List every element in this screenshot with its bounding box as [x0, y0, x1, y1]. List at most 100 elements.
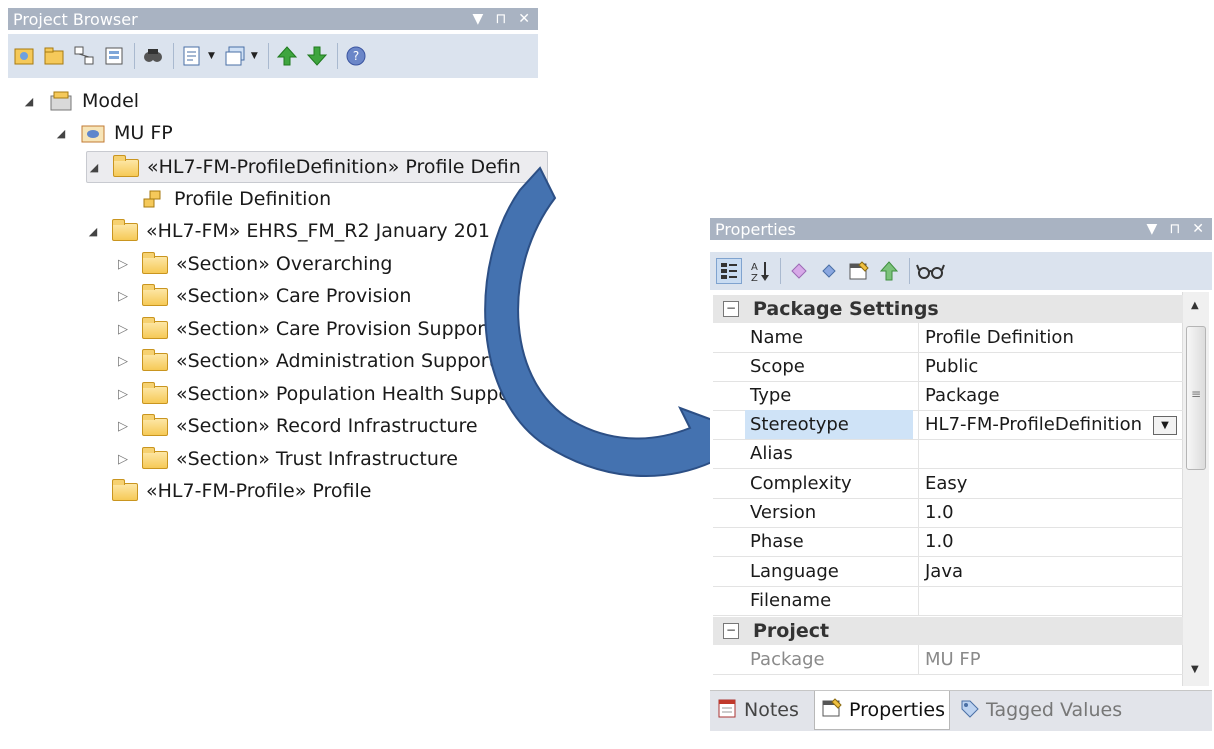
tree-item-label: «HL7-FM» EHRS_FM_R2 January 201 [146, 220, 490, 242]
property-value[interactable]: Profile Definition [918, 323, 1183, 352]
properties-dialog-icon[interactable] [847, 259, 871, 283]
tree-item-section-care-provision[interactable]: ▷ «Section» Care Provision [116, 281, 411, 311]
expand-arrow-icon[interactable]: ◢ [54, 127, 68, 140]
tree-item-profile-definition[interactable]: Profile Definition [132, 184, 331, 214]
collapse-arrow-icon[interactable]: ▷ [116, 452, 130, 467]
collapse-arrow-icon[interactable]: ▷ [116, 257, 130, 272]
collapse-icon[interactable]: − [723, 301, 739, 317]
tree-item-ehrs-fm[interactable]: ◢ «HL7-FM» EHRS_FM_R2 January 201 [86, 216, 490, 246]
pin-icon[interactable]: ⊓ [1169, 221, 1180, 237]
tree-item-section-trust-infrastructure[interactable]: ▷ «Section» Trust Infrastructure [116, 444, 458, 474]
property-value[interactable] [918, 586, 1183, 615]
vertical-scrollbar[interactable]: ▲ ≡ ▼ [1182, 292, 1209, 686]
windows-icon[interactable] [223, 44, 247, 68]
tree-item-profile-definition-package[interactable]: ◢ «HL7-FM-ProfileDefinition» Profile Def… [86, 151, 548, 183]
property-value[interactable]: Easy [918, 469, 1183, 498]
property-name: Phase [750, 531, 804, 552]
notes-icon [716, 697, 738, 724]
scrollbar-thumb[interactable]: ≡ [1186, 326, 1206, 470]
categorized-icon[interactable] [716, 258, 742, 284]
svg-text:A: A [751, 262, 758, 273]
property-value[interactable]: MU FP [918, 645, 1183, 674]
property-value[interactable]: HL7-FM-ProfileDefinition [918, 410, 1183, 439]
property-value[interactable]: Java [918, 557, 1183, 586]
property-name: Type [750, 385, 792, 406]
move-up-icon[interactable] [877, 259, 901, 283]
collapse-arrow-icon[interactable]: ▷ [116, 387, 130, 402]
close-icon[interactable]: ✕ [1192, 221, 1204, 237]
collapse-arrow-icon[interactable]: ▷ [116, 289, 130, 304]
add-tag-icon[interactable] [787, 259, 811, 283]
tab-label: Tagged Values [986, 699, 1123, 721]
help-icon[interactable]: ? [344, 44, 368, 68]
svg-text:?: ? [353, 49, 359, 63]
category-package-settings[interactable]: − Package Settings [713, 295, 1183, 323]
scroll-up-icon[interactable]: ▲ [1191, 300, 1199, 311]
scroll-down-icon[interactable]: ▼ [1191, 664, 1199, 675]
collapse-arrow-icon[interactable]: ▷ [116, 354, 130, 369]
property-value[interactable]: Public [918, 352, 1183, 381]
tree-item-section-care-provision-support[interactable]: ▷ «Section» Care Provision Suppor [116, 314, 485, 344]
stereotype-dropdown-button[interactable]: ▼ [1153, 416, 1177, 435]
chevron-down-icon[interactable]: ▼ [251, 51, 258, 61]
property-name: Filename [750, 590, 832, 611]
property-row-filename[interactable]: Filename [713, 586, 1183, 616]
tree-item-hl7-fm-profile[interactable]: «HL7-FM-Profile» Profile [86, 476, 371, 506]
new-model-icon[interactable] [12, 44, 36, 68]
collapse-arrow-icon[interactable]: ▷ [116, 419, 130, 434]
expand-arrow-icon[interactable]: ◢ [22, 95, 36, 108]
tab-properties[interactable]: Properties [814, 691, 950, 730]
property-row-alias[interactable]: Alias [713, 439, 1183, 469]
tree-item-model[interactable]: ◢ Model [22, 86, 139, 116]
property-value[interactable]: Package [918, 381, 1183, 410]
expand-arrow-icon[interactable]: ◢ [87, 161, 101, 174]
tree-item-mu-fp[interactable]: ◢ MU FP [54, 118, 173, 148]
tree-item-section-overarching[interactable]: ▷ «Section» Overarching [116, 249, 393, 279]
property-value[interactable] [918, 439, 1183, 468]
model-icon [48, 90, 76, 112]
tag-icon[interactable] [817, 259, 841, 283]
property-row-stereotype[interactable]: Stereotype HL7-FM-ProfileDefinition ▼ [713, 410, 1183, 440]
tree-item-section-record-infrastructure[interactable]: ▷ «Section» Record Infrastructure [116, 411, 478, 441]
property-row-phase[interactable]: Phase 1.0 [713, 527, 1183, 557]
property-row-scope[interactable]: Scope Public [713, 352, 1183, 382]
dropdown-icon[interactable]: ▼ [473, 11, 484, 27]
property-name: Complexity [750, 473, 852, 494]
collapse-icon[interactable]: − [723, 623, 739, 639]
close-icon[interactable]: ✕ [518, 11, 530, 27]
move-up-icon[interactable] [275, 44, 299, 68]
category-project[interactable]: − Project [713, 617, 1183, 645]
property-row-complexity[interactable]: Complexity Easy [713, 469, 1183, 499]
find-icon[interactable] [141, 44, 165, 68]
tab-label: Notes [744, 699, 799, 721]
sort-alphabetical-icon[interactable]: AZ [748, 259, 772, 283]
project-browser-titlebar[interactable]: Project Browser ▼ ⊓ ✕ [8, 8, 538, 30]
move-down-icon[interactable] [305, 44, 329, 68]
project-browser-title: Project Browser [13, 9, 138, 29]
document-icon[interactable] [180, 44, 204, 68]
property-value[interactable]: 1.0 [918, 527, 1183, 556]
folder-icon [142, 447, 170, 470]
property-row-name[interactable]: Name Profile Definition [713, 323, 1183, 353]
property-row-version[interactable]: Version 1.0 [713, 498, 1183, 528]
glasses-icon[interactable] [916, 259, 946, 283]
new-element-icon[interactable] [102, 44, 126, 68]
tree-item-section-population-health-support[interactable]: ▷ «Section» Population Health Suppor [116, 379, 518, 409]
collapse-arrow-icon[interactable]: ▷ [116, 322, 130, 337]
tab-notes[interactable]: Notes [716, 691, 812, 729]
chevron-down-icon[interactable]: ▼ [208, 51, 215, 61]
properties-titlebar[interactable]: Properties ▼ ⊓ ✕ [710, 218, 1212, 240]
new-package-icon[interactable] [42, 44, 66, 68]
tree-item-label: «Section» Population Health Suppor [176, 383, 518, 405]
dropdown-icon[interactable]: ▼ [1147, 221, 1158, 237]
tree-item-section-administration-support[interactable]: ▷ «Section» Administration Support [116, 346, 496, 376]
property-row-type[interactable]: Type Package [713, 381, 1183, 411]
expand-arrow-icon[interactable]: ◢ [86, 225, 100, 238]
property-value[interactable]: 1.0 [918, 498, 1183, 527]
property-row-language[interactable]: Language Java [713, 557, 1183, 587]
tab-tagged-values[interactable]: Tagged Values [958, 691, 1138, 729]
new-diagram-icon[interactable] [72, 44, 96, 68]
pin-icon[interactable]: ⊓ [495, 11, 506, 27]
chevron-down-icon: ▼ [1161, 420, 1169, 431]
property-row-package[interactable]: Package MU FP [713, 645, 1183, 675]
